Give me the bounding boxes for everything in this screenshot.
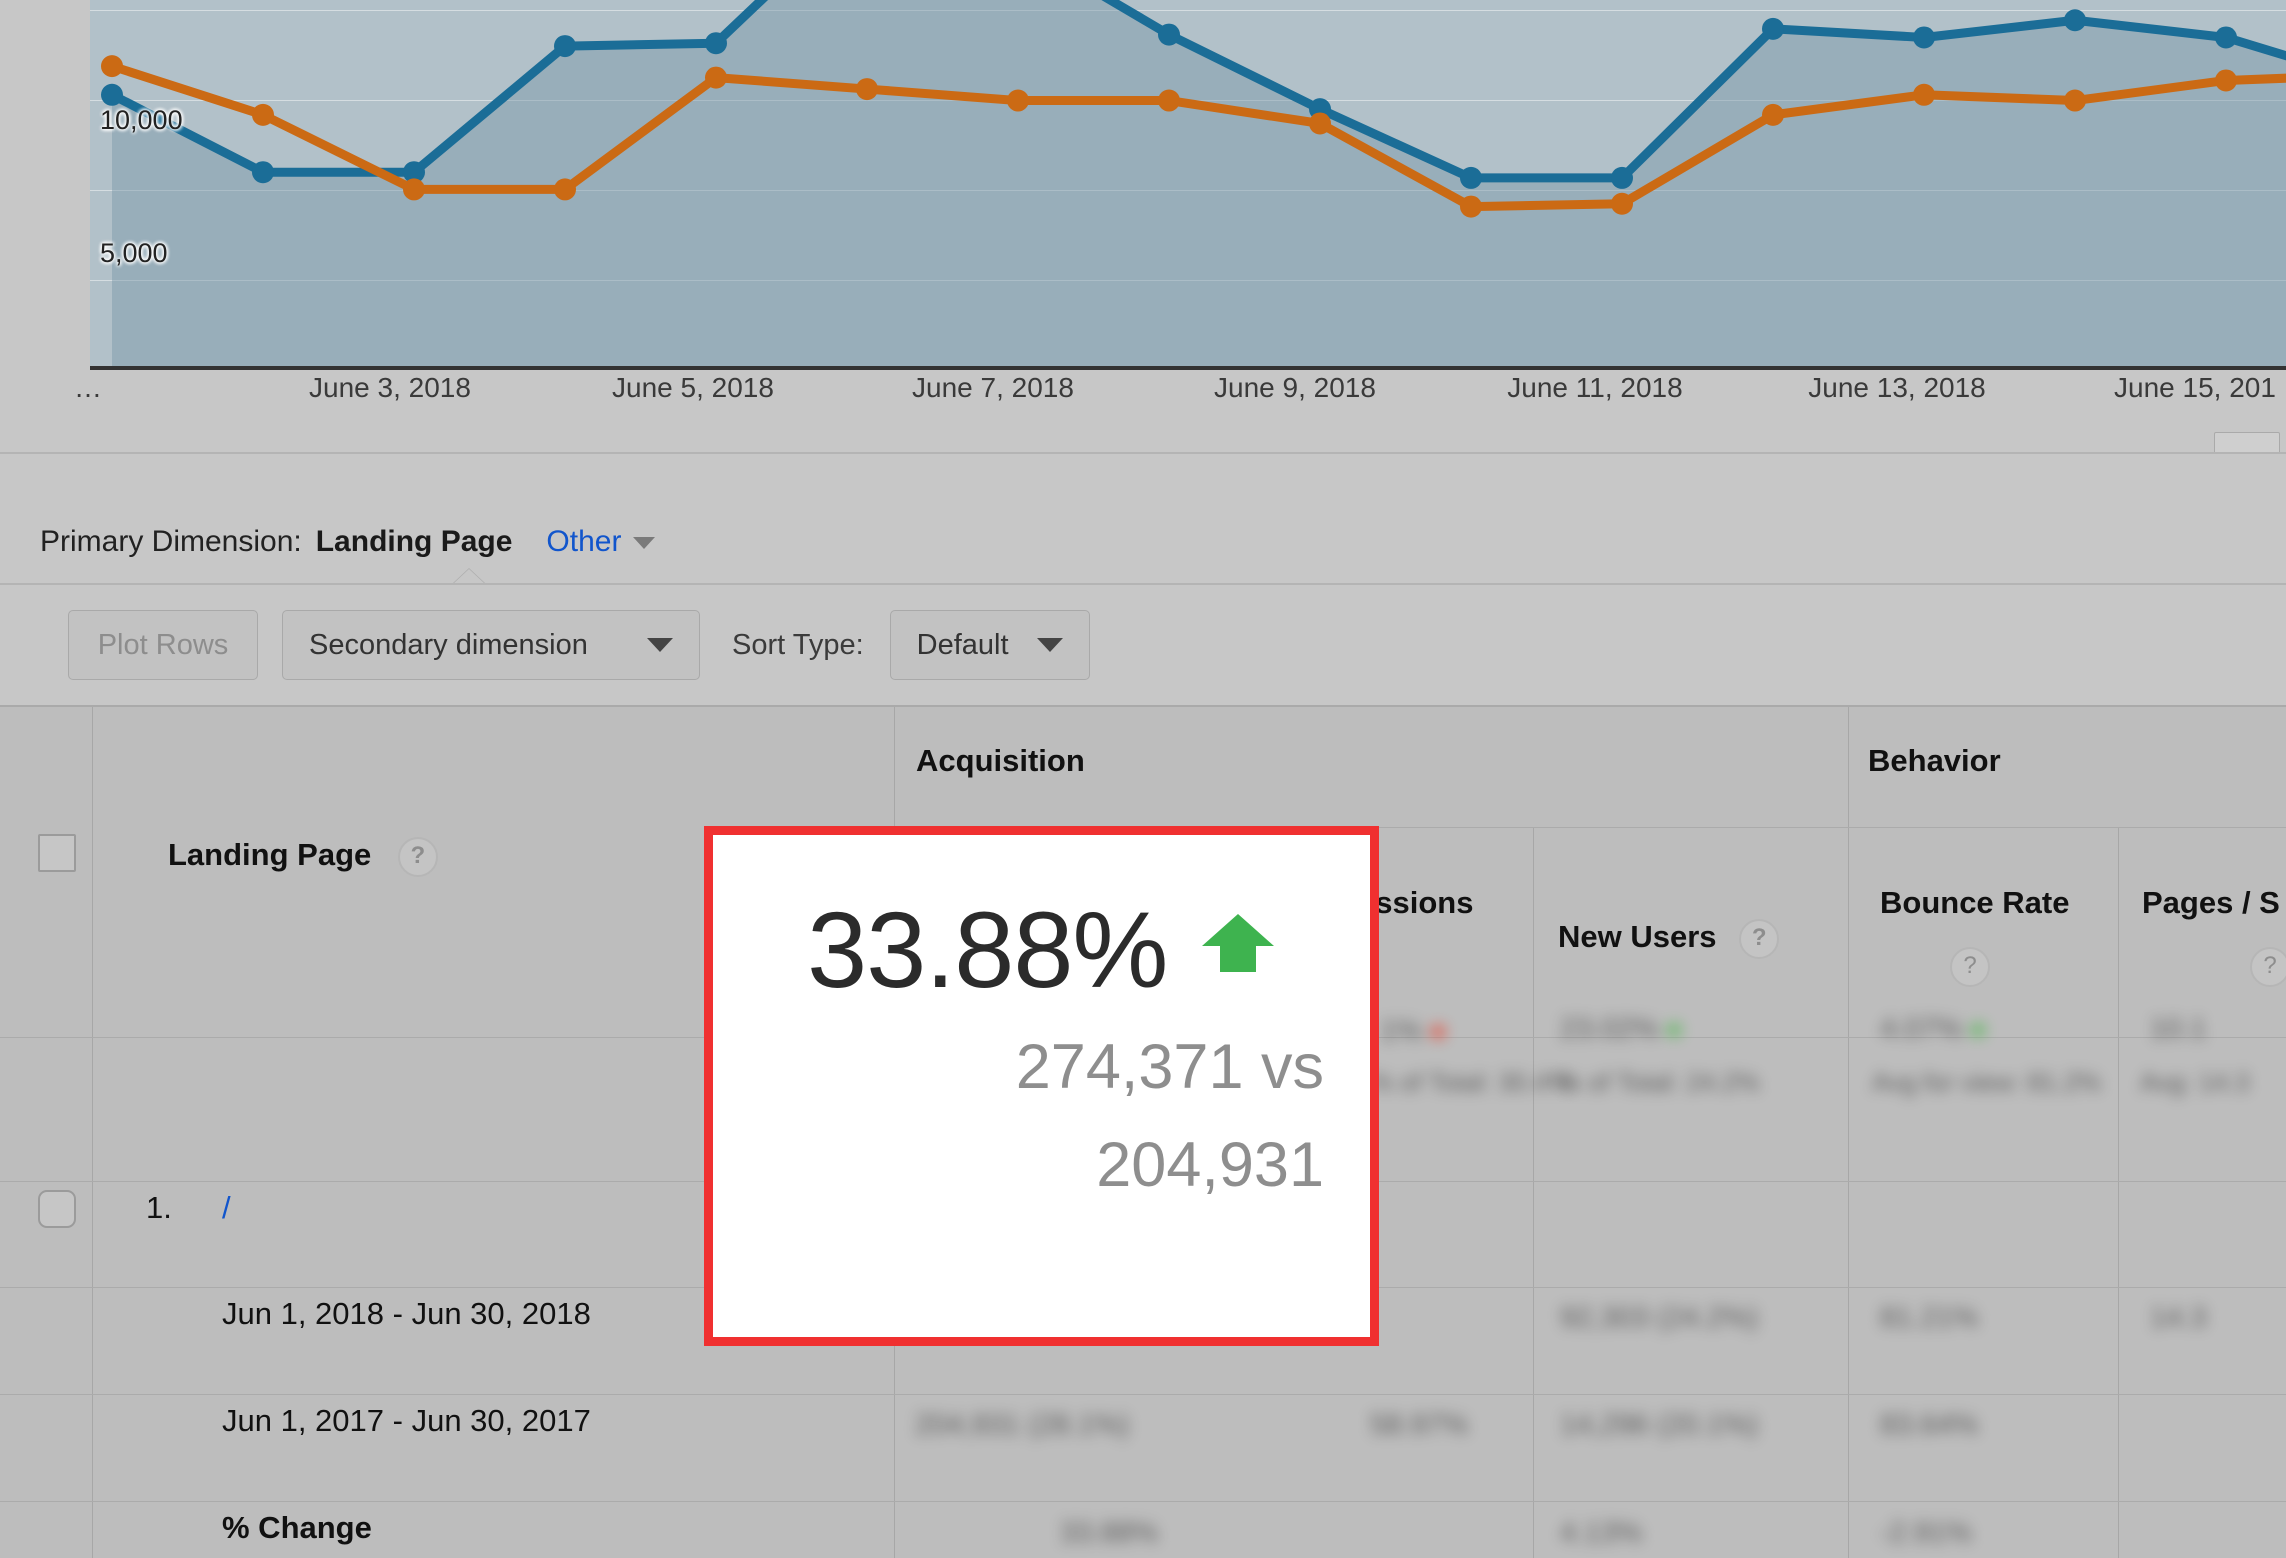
chart-x-tick: June 5, 2018 (612, 372, 774, 403)
chart-series-svg (101, 0, 2286, 370)
row-metric-blurred: 92,303 (24.2%) (1560, 1302, 1759, 1334)
sort-type-value: Default (916, 628, 1009, 661)
chart-x-tick: June 15, 201 (2114, 372, 2276, 403)
chart-x-tick: June 9, 2018 (1214, 372, 1376, 403)
callout-headline: 33.88% (713, 887, 1370, 1012)
column-header-new-users-label: New Users (1558, 919, 1717, 955)
active-tab-pointer (453, 569, 485, 584)
table-controls-bar: Plot Rows Secondary dimension Sort Type:… (0, 585, 2286, 705)
row-metric-blurred: 33.88% (1060, 1517, 1159, 1549)
divider (0, 452, 2286, 454)
primary-dimension-other-label: Other (546, 524, 622, 558)
table-column-divider (1848, 707, 1849, 1037)
chevron-down-icon (647, 638, 673, 652)
row-checkbox[interactable] (38, 1190, 76, 1228)
chart-x-tick: June 3, 2018 (309, 372, 471, 403)
callout-percent: 33.88% (807, 889, 1168, 1010)
column-header-pages-per-session: Pages / S (2142, 885, 2280, 921)
table-column-divider (92, 1037, 93, 1558)
chart-x-tick: June 11, 2018 (1507, 372, 1683, 403)
callout-current-value: 274,371 vs (1015, 1032, 1324, 1102)
chart-horizontal-scrollbar[interactable] (68, 432, 2286, 454)
row-metric-blurred: 14,296 (20.1%) (1560, 1409, 1759, 1441)
row-period-change: % Change (222, 1510, 372, 1545)
table-column-divider (92, 707, 93, 1037)
column-header-landing-page: Landing Page ? (168, 837, 438, 877)
chart-y-label: 5,000 (100, 238, 168, 268)
primary-dimension-bar: Primary Dimension: Landing Page Other (0, 500, 2286, 584)
secondary-dimension-dropdown[interactable]: Secondary dimension (282, 610, 700, 680)
sort-type-dropdown[interactable]: Default (889, 610, 1090, 680)
row-metric-blurred: 204,931 (28.1%) (915, 1409, 1130, 1441)
summary-subvalue-new-users: % of Total: 24.2% (1558, 1067, 1760, 1097)
help-icon[interactable]: ? (2250, 947, 2286, 987)
select-all-checkbox[interactable] (38, 834, 76, 872)
chevron-down-icon (633, 536, 656, 549)
column-header-bounce-rate: Bounce Rate (1880, 885, 2069, 921)
table-column-divider (1533, 1037, 1534, 1558)
group-header-behavior: Behavior (1868, 743, 2001, 778)
chevron-down-icon (1036, 638, 1063, 652)
sort-type-label: Sort Type: (732, 628, 864, 661)
arrow-up-icon (1200, 912, 1276, 979)
plot-rows-label: Plot Rows (97, 628, 229, 661)
row-metric-blurred: 83.64% (1880, 1409, 1979, 1441)
column-header-landing-page-label: Landing Page (168, 837, 372, 873)
chart-x-tick: June 7, 2018 (912, 372, 1074, 403)
help-icon[interactable]: ? (1950, 947, 1990, 987)
primary-dimension-active-tab[interactable]: Landing Page (316, 525, 513, 559)
row-metric-blurred: 14.3 (2150, 1302, 2207, 1334)
column-header-pages-per-session-label: Pages / S (2142, 885, 2280, 920)
chart-x-tick: … (74, 372, 102, 403)
table-row-divider (0, 1501, 2286, 1502)
chart-x-axis-line (90, 366, 2286, 370)
table-row-divider (0, 1394, 2286, 1395)
summary-subvalue-bounce-rate: Avg for view: 81.2% (1872, 1067, 2102, 1097)
table-column-divider (1533, 827, 1534, 1037)
table-column-divider (1848, 1037, 1849, 1558)
row-period-previous: Jun 1, 2017 - Jun 30, 2017 (222, 1403, 591, 1438)
summary-subvalue-pages: Avg: 14.3 (2140, 1067, 2250, 1097)
analytics-report-screen: 10,000 5,000 … June 3, 2018 June 5, 2018… (0, 0, 2286, 1558)
group-header-acquisition: Acquisition (916, 743, 1085, 778)
row-landing-page-link[interactable]: / (222, 1190, 231, 1226)
row-metric-blurred: 4.13% (1560, 1517, 1643, 1549)
row-metric-blurred: -2.91% (1880, 1517, 1972, 1549)
summary-value-sessions: 1% (1380, 1015, 1446, 1048)
secondary-dimension-label: Secondary dimension (309, 628, 588, 661)
plot-rows-button[interactable]: Plot Rows (68, 610, 258, 680)
primary-dimension-other[interactable]: Other (546, 524, 656, 559)
help-icon[interactable]: ? (1739, 919, 1780, 959)
row-period-current: Jun 1, 2018 - Jun 30, 2018 (222, 1296, 591, 1331)
summary-value-new-users: 23.02% (1560, 1013, 1683, 1046)
chart-x-axis-labels: … June 3, 2018 June 5, 2018 June 7, 2018… (0, 372, 2286, 432)
callout-previous-value: 204,931 (1096, 1130, 1324, 1200)
chart-plot-area (90, 0, 2286, 370)
summary-subvalue-sessions: % of Total: 30.4% (1370, 1067, 1572, 1097)
row-number: 1. (146, 1190, 172, 1225)
chart-scrollbar-thumb[interactable] (2214, 432, 2280, 454)
column-header-bounce-rate-label: Bounce Rate (1880, 885, 2070, 920)
chart-y-label: 10,000 (100, 105, 183, 135)
chart-x-tick: June 13, 2018 (1808, 372, 1986, 403)
row-metric-blurred: 81.21% (1880, 1302, 1979, 1334)
primary-dimension-label: Primary Dimension: (40, 524, 302, 558)
summary-value-bounce-rate: 4.07% (1880, 1013, 1987, 1046)
summary-value-pages: 10.1 (2150, 1013, 2207, 1045)
table-column-divider (2118, 827, 2119, 1037)
table-column-divider (2118, 1037, 2119, 1558)
row-metric-blurred: 58.97% (1370, 1409, 1469, 1441)
timeline-chart: 10,000 5,000 … June 3, 2018 June 5, 2018… (0, 0, 2286, 460)
highlight-callout: 33.88% 274,371 vs 204,931 (704, 826, 1379, 1346)
column-header-new-users: New Users ? (1558, 919, 1780, 959)
help-icon[interactable]: ? (397, 837, 438, 877)
